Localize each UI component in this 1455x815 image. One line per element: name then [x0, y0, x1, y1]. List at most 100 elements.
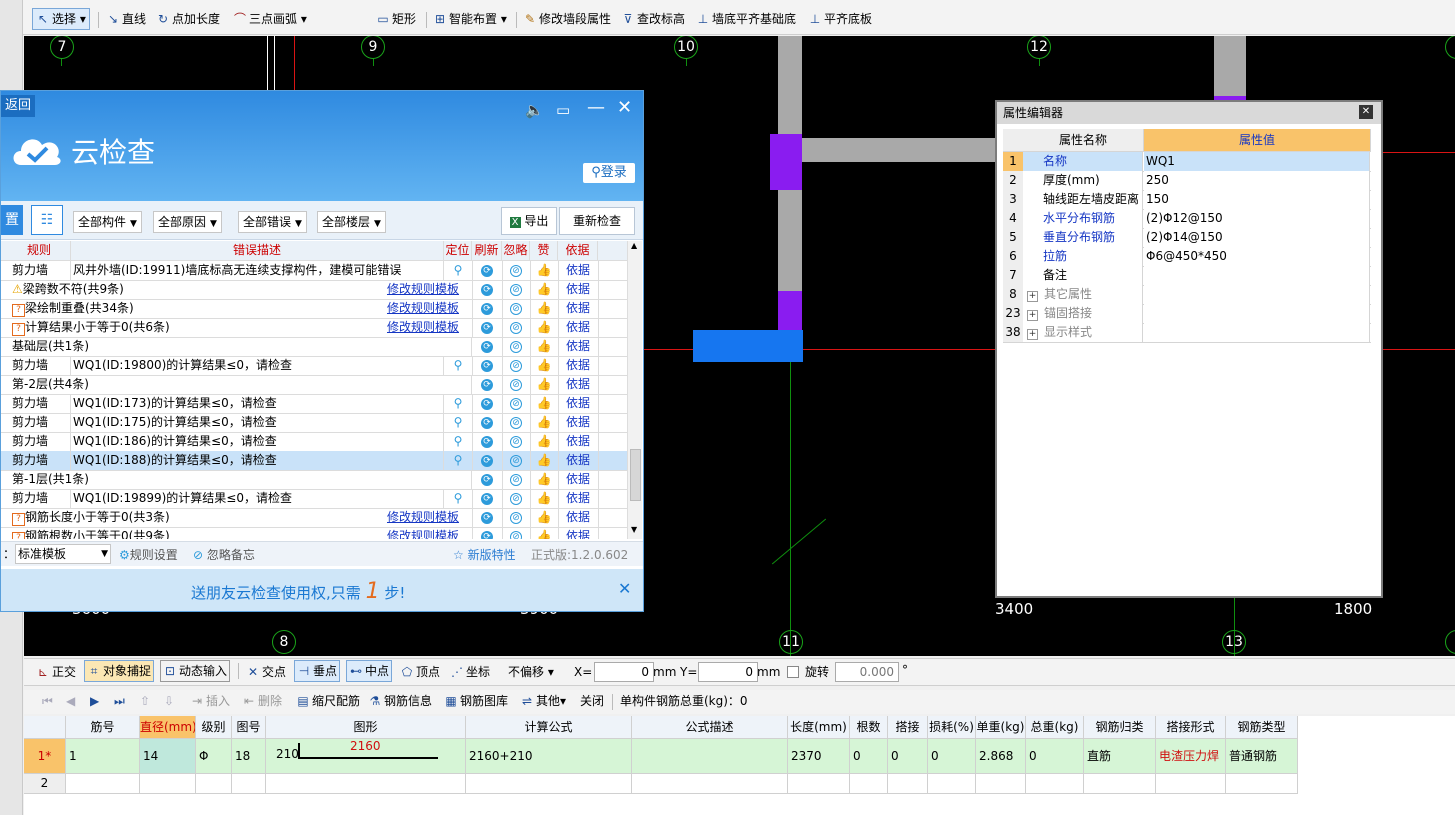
thumb-up-icon[interactable]: 👍 — [530, 451, 559, 470]
property-row[interactable]: 5 垂直分布钢筋 (2)Φ14@150 — [1003, 228, 1371, 248]
rebar-cell[interactable] — [1026, 774, 1084, 793]
rebar-cell[interactable] — [196, 774, 232, 793]
column-header[interactable]: 刷新 — [472, 241, 502, 260]
table-row[interactable]: 第-2层(共4条) ⟳ ⊘ 👍 依据 — [1, 375, 629, 395]
basis-link[interactable]: 依据 — [558, 508, 599, 527]
rebar-cell[interactable] — [66, 774, 140, 793]
rebar-cell[interactable]: Φ — [196, 739, 232, 773]
property-value[interactable]: 150 — [1144, 190, 1370, 209]
rebar-cell[interactable] — [632, 739, 788, 773]
rebar-cell[interactable] — [850, 774, 888, 793]
tab-tree[interactable]: ☷ — [31, 205, 63, 235]
offset-select[interactable]: 不偏移 ▾ — [508, 661, 554, 683]
group-cell[interactable]: ? 梁绘制重叠(共34条) — [1, 299, 374, 318]
scroll-down-icon[interactable]: ▼ — [631, 525, 637, 534]
ignore-icon[interactable]: ⊘ — [502, 508, 531, 527]
modify-wall-button[interactable]: ✎ 修改墙段属性 — [523, 8, 611, 30]
basis-link[interactable]: 依据 — [558, 261, 599, 280]
table-row[interactable]: ? 计算结果小于等于0(共6条) 修改规则模板 ⟳ ⊘ 👍 依据 — [1, 318, 629, 338]
table-row[interactable]: 剪力墙 风井外墙(ID:19911)墙底标高无连续支撑构件，建模可能错误 ⚲ ⟳ ⊘ 👍 依… — [1, 261, 629, 281]
thumb-up-icon[interactable]: 👍 — [530, 337, 559, 356]
rebar-cell[interactable] — [1084, 774, 1156, 793]
column-header[interactable]: 搭接形式 — [1156, 716, 1226, 738]
table-row[interactable]: ⚠梁跨数不符(共9条) 修改规则模板 ⟳ ⊘ 👍 依据 — [1, 280, 629, 300]
column-header[interactable]: 搭接 — [888, 716, 928, 738]
point-length-button[interactable]: ↻ 点加长度 — [156, 8, 220, 30]
ortho-toggle[interactable]: ⊾ 正交 — [36, 661, 76, 683]
refresh-icon[interactable]: ⟳ — [472, 299, 503, 318]
rebar-cell[interactable]: 2.868 — [976, 739, 1026, 773]
ignore-icon[interactable]: ⊘ — [502, 413, 531, 432]
rebar-cell[interactable] — [1156, 774, 1226, 793]
group-cell[interactable]: ? 计算结果小于等于0(共6条) — [1, 318, 374, 337]
thumb-up-icon[interactable]: 👍 — [530, 299, 559, 318]
rebar-library-button[interactable]: ▦ 钢筋图库 — [444, 690, 508, 712]
basis-link[interactable]: 依据 — [558, 451, 599, 470]
group-cell[interactable]: ? 钢筋长度小于等于0(共3条) — [1, 508, 374, 527]
column-header[interactable]: 根数 — [850, 716, 888, 738]
rebar-cell[interactable]: 0 — [888, 739, 928, 773]
table-scrollbar[interactable]: ▲ ▼ — [627, 241, 642, 539]
property-value[interactable]: (2)Φ12@150 — [1144, 209, 1370, 228]
edit-template-link[interactable]: 修改规则模板 — [374, 527, 473, 539]
floor-cell[interactable]: 第-1层(共1条) — [1, 470, 472, 489]
ignore-icon[interactable]: ⊘ — [502, 489, 531, 508]
x-input[interactable]: 0 — [594, 662, 654, 682]
property-row[interactable]: 38 + 显示样式 — [1003, 323, 1371, 343]
column-header[interactable]: 图形 — [266, 716, 466, 738]
intersection-snap[interactable]: ✕ 交点 — [246, 661, 286, 683]
rule-settings-link[interactable]: ⚙规则设置 — [119, 546, 178, 563]
table-row[interactable]: 第-1层(共1条) ⟳ ⊘ 👍 依据 — [1, 470, 629, 490]
basis-link[interactable]: 依据 — [558, 299, 599, 318]
shape-cell[interactable]: 210 2160 — [266, 739, 466, 773]
thumb-up-icon[interactable]: 👍 — [530, 280, 559, 299]
rebar-cell[interactable] — [232, 774, 266, 793]
ignore-icon[interactable]: ⊘ — [502, 451, 531, 470]
scale-rebar-button[interactable]: ▤ 缩尺配筋 — [296, 690, 360, 712]
column-header[interactable]: 定位 — [444, 241, 472, 260]
property-row[interactable]: 4 水平分布钢筋 (2)Φ12@150 — [1003, 209, 1371, 229]
edit-template-link[interactable]: 修改规则模板 — [374, 318, 473, 337]
basis-link[interactable]: 依据 — [558, 318, 599, 337]
refresh-icon[interactable]: ⟳ — [472, 375, 503, 394]
rebar-cell[interactable]: 14 — [140, 739, 196, 773]
scroll-up-icon[interactable]: ▲ — [631, 241, 637, 250]
refresh-icon[interactable]: ⟳ — [472, 508, 503, 527]
table-row[interactable]: ? 钢筋根数小于等于0(共9条) 修改规则模板 ⟳ ⊘ 👍 依据 — [1, 527, 629, 539]
selected-wall[interactable] — [693, 330, 803, 362]
wall-bottom-flush-button[interactable]: ⊥ 墙底平齐基础底 — [696, 8, 796, 30]
locate-icon[interactable]: ⚲ — [444, 451, 473, 470]
thumb-up-icon[interactable]: 👍 — [530, 413, 559, 432]
column-header[interactable]: 钢筋类型 — [1226, 716, 1298, 738]
refresh-icon[interactable]: ⟳ — [472, 413, 503, 432]
thumb-up-icon[interactable]: 👍 — [530, 508, 559, 527]
close-icon[interactable]: ✕ — [1359, 105, 1373, 119]
refresh-icon[interactable]: ⟳ — [472, 318, 503, 337]
move-up-icon[interactable]: ⇧ — [140, 690, 150, 712]
refresh-icon[interactable]: ⟳ — [472, 451, 503, 470]
ignore-icon[interactable]: ⊘ — [502, 470, 531, 489]
property-value[interactable]: 250 — [1144, 171, 1370, 190]
edit-template-link[interactable]: 修改规则模板 — [374, 508, 473, 527]
other-button[interactable]: ⇌ 其他▾ — [520, 690, 566, 712]
login-button[interactable]: ⚲登录 — [583, 163, 635, 183]
rebar-cell[interactable] — [888, 774, 928, 793]
rebar-cell[interactable]: 0 — [1026, 739, 1084, 773]
rebar-cell[interactable] — [976, 774, 1026, 793]
table-row[interactable]: 剪力墙 WQ1(ID:175)的计算结果≤0，请检查 ⚲ ⟳ ⊘ 👍 依据 — [1, 413, 629, 433]
template-select[interactable]: 标准模板 ▼ — [15, 544, 111, 564]
flush-bottom-button[interactable]: ⊥ 平齐底板 — [808, 8, 872, 30]
close-button[interactable]: 关闭 — [580, 690, 604, 712]
object-snap-toggle[interactable]: ⌗ 对象捕捉 — [84, 660, 155, 682]
table-row[interactable]: 基础层(共1条) ⟳ ⊘ 👍 依据 — [1, 337, 629, 357]
property-row[interactable]: 8 + 其它属性 — [1003, 285, 1371, 305]
refresh-icon[interactable]: ⟳ — [472, 432, 503, 451]
thumb-up-icon[interactable]: 👍 — [530, 432, 559, 451]
rebar-cell[interactable]: 普通钢筋 — [1226, 739, 1298, 773]
table-row[interactable]: ? 钢筋长度小于等于0(共3条) 修改规则模板 ⟳ ⊘ 👍 依据 — [1, 508, 629, 528]
thumb-up-icon[interactable]: 👍 — [530, 394, 559, 413]
ignore-icon[interactable]: ⊘ — [502, 394, 531, 413]
tab-list[interactable]: 置 — [1, 205, 23, 235]
rebar-cell[interactable]: 直筋 — [1084, 739, 1156, 773]
thumb-up-icon[interactable]: 👍 — [530, 261, 559, 280]
